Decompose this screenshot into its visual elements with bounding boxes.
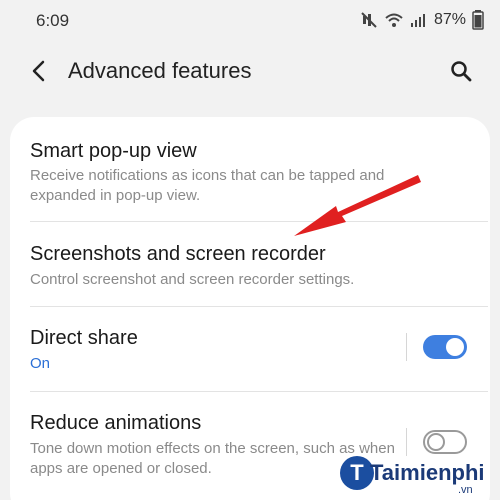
setting-screenshots-screen-recorder[interactable]: Screenshots and screen recorder Control … [10,222,490,306]
setting-status: On [30,355,51,372]
app-header: Advanced features [0,44,500,96]
watermark-domain: .vn [458,484,473,496]
setting-title: Direct share [30,327,138,349]
battery-percent: 87% [433,11,466,28]
setting-smart-popup-view[interactable]: Smart pop-up view Receive notifications … [10,117,490,221]
settings-card: Smart pop-up view Receive notifications … [10,117,490,500]
back-arrow-icon [32,60,45,82]
setting-title: Reduce animations [30,412,202,434]
reduce-animations-toggle[interactable] [423,430,467,454]
setting-direct-share[interactable]: Direct share On [10,307,490,391]
setting-description: Receive notifications as icons that can … [30,167,385,204]
page-title: Advanced features [68,58,252,83]
setting-title: Smart pop-up view [30,140,197,162]
screen: 6:09 87% Advanced features Smart pop-up … [0,0,500,500]
status-time: 6:09 [36,11,70,30]
watermark-logo: T Taimienphi .vn [340,452,500,500]
back-button[interactable] [24,56,54,86]
vertical-separator [406,333,407,361]
signal-icon [410,11,426,29]
watermark-brand: Taimienphi [370,460,485,485]
status-bar: 6:09 87% [0,0,500,40]
toggle-knob [427,433,445,451]
setting-title: Screenshots and screen recorder [30,243,326,265]
status-icons: 87% [360,10,484,30]
watermark-badge: T [340,456,374,490]
search-button[interactable] [446,56,476,86]
battery-icon [472,10,484,30]
mute-icon [360,11,378,29]
direct-share-toggle[interactable] [423,335,467,359]
search-icon [451,61,472,82]
setting-description: Control screenshot and screen recorder s… [30,271,355,288]
wifi-icon [384,11,404,29]
toggle-knob [446,338,464,356]
